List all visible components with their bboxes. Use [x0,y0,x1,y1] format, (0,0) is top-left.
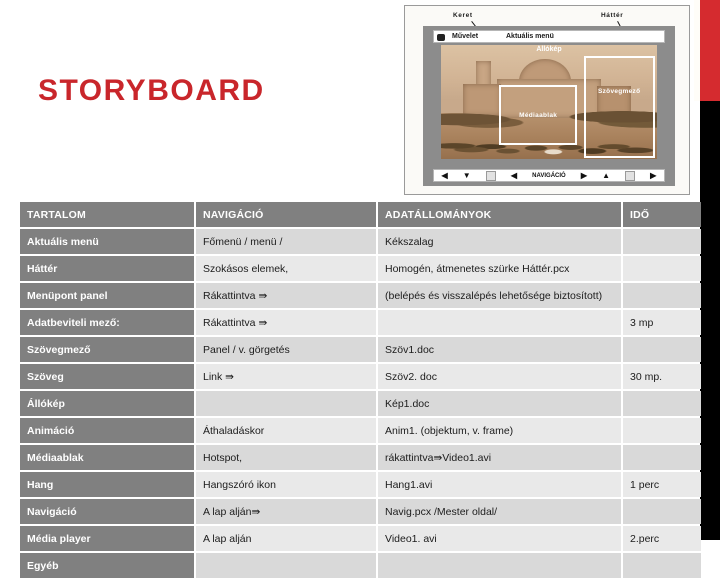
cell-navigacio: Hotspot, [196,445,376,470]
accent-bar-red [700,0,720,101]
cell-tartalom: Adatbeviteli mező: [20,310,194,335]
cell-tartalom: Aktuális menü [20,229,194,254]
table-row: Média player A lap alján Video1. avi 2.perc [20,526,701,551]
cell-adatallomanyok: Anim1. (objektum, v. frame) [378,418,621,443]
cell-ido: 1 perc [623,472,701,497]
mockup-still-image: Állókép Médiaablak Szövegmező [441,45,657,159]
cell-ido: 3 mp [623,310,701,335]
cell-navigacio: Panel / v. görgetés [196,337,376,362]
table-row: Adatbeviteli mező: Rákattintva ⇛ 3 mp [20,310,701,335]
cell-tartalom: Szövegmező [20,337,194,362]
cell-ido [623,445,701,470]
cell-tartalom: Szöveg [20,364,194,389]
cell-adatallomanyok: Szöv1.doc [378,337,621,362]
cell-adatallomanyok: Kép1.doc [378,391,621,416]
overlay-media-window-label: Médiaablak [519,112,558,120]
cell-navigacio [196,391,376,416]
menubar-action-label: Művelet [452,33,479,40]
speaker-icon [437,34,445,41]
cell-ido [623,256,701,281]
cell-tartalom: Háttér [20,256,194,281]
cell-navigacio: Link ⇛ [196,364,376,389]
storyboard-mockup-panel: Keret Háttér Művelet Aktuális menü Állók… [404,5,690,195]
cell-tartalom: Navigáció [20,499,194,524]
cell-ido [623,283,701,308]
cell-ido [623,499,701,524]
cell-ido: 2.perc [623,526,701,551]
cell-ido: 30 mp. [623,364,701,389]
overlay-text-field[interactable]: Szövegmező [583,56,655,158]
table-row: Animáció Áthaladáskor Anim1. (objektum, v.… [20,418,701,443]
cell-navigacio: Szokásos elemek, [196,256,376,281]
table-row: Médiaablak Hotspot, rákattintva⇛Video1.avi [20,445,701,470]
nav-up-icon[interactable]: ▲ [602,171,610,180]
cell-navigacio: A lap alján [196,526,376,551]
table-header-row: TARTALOM NAVIGÁCIÓ ADATÁLLOMÁNYOK IDŐ [20,202,701,227]
overlay-text-field-label: Szövegmező [597,87,641,95]
storyboard-table: TARTALOM NAVIGÁCIÓ ADATÁLLOMÁNYOK IDŐ Ak… [18,200,703,580]
column-header-adatallomanyok: ADATÁLLOMÁNYOK [378,202,621,227]
cell-adatallomanyok: Homogén, átmenetes szürke Háttér.pcx [378,256,621,281]
accent-bar-black [700,101,720,540]
nav-label: NAVIGÁCIÓ [532,172,566,179]
cell-navigacio [196,553,376,578]
column-header-ido: IDŐ [623,202,701,227]
cell-tartalom: Médiaablak [20,445,194,470]
mockup-navigation-bar[interactable]: ◀ ▼ ◀ NAVIGÁCIÓ ▶ ▲ ▶ [433,169,665,182]
cell-adatallomanyok: Szöv2. doc [378,364,621,389]
menubar-current-menu-label: Aktuális menü [506,33,554,40]
nav-down-icon[interactable]: ▼ [463,171,471,180]
cell-tartalom: Egyéb [20,553,194,578]
cell-adatallomanyok [378,310,621,335]
nav-box2-icon[interactable] [625,170,636,181]
cell-adatallomanyok: Navig.pcx /Mester oldal/ [378,499,621,524]
cell-ido [623,553,701,578]
cell-ido [623,337,701,362]
cell-ido [623,391,701,416]
table-row: Állókép Kép1.doc [20,391,701,416]
nav-back-icon[interactable]: ◀ [511,171,517,180]
cell-adatallomanyok: Video1. avi [378,526,621,551]
cell-tartalom: Média player [20,526,194,551]
page-title: STORYBOARD [38,74,265,107]
cell-adatallomanyok: Hang1.avi [378,472,621,497]
cell-tartalom: Hang [20,472,194,497]
nav-forward-icon[interactable]: ▶ [581,171,587,180]
annotation-frame-label: Keret [453,12,473,19]
column-header-tartalom: TARTALOM [20,202,194,227]
cell-navigacio: A lap alján⇛ [196,499,376,524]
cell-navigacio: Áthaladáskor [196,418,376,443]
nav-end-icon[interactable]: ▶ [650,171,656,180]
cell-tartalom: Animáció [20,418,194,443]
cell-tartalom: Állókép [20,391,194,416]
cell-adatallomanyok: (belépés és visszalépés lehetősége bizto… [378,283,621,308]
cell-navigacio: Hangszóró ikon [196,472,376,497]
table-row: Navigáció A lap alján⇛ Navig.pcx /Mester o… [20,499,701,524]
cell-navigacio: Rákattintva ⇛ [196,283,376,308]
mockup-canvas: Művelet Aktuális menü Állókép Médiaablak… [423,26,675,186]
cell-navigacio: Rákattintva ⇛ [196,310,376,335]
overlay-media-window[interactable]: Médiaablak [499,84,578,146]
table-row: Menüpont panel Rákattintva ⇛ (belépés és v… [20,283,701,308]
table-row: Háttér Szokásos elemek, Homogén, átmenetes… [20,256,701,281]
table-row: Hang Hangszóró ikon Hang1.avi 1 perc [20,472,701,497]
mockup-menubar[interactable]: Művelet Aktuális menü [433,30,665,43]
overlay-still-image-label: Állókép [536,46,562,53]
table-row: Egyéb [20,553,701,578]
cell-ido [623,418,701,443]
cell-ido [623,229,701,254]
table-row: Szövegmező Panel / v. görgetés Szöv1.doc [20,337,701,362]
annotation-background-label: Háttér [601,12,624,19]
table-row: Aktuális menü Főmenü / menü / Kékszalag [20,229,701,254]
column-header-navigacio: NAVIGÁCIÓ [196,202,376,227]
cell-tartalom: Menüpont panel [20,283,194,308]
cell-adatallomanyok [378,553,621,578]
nav-left-icon[interactable]: ◀ [442,171,448,180]
table-row: Szöveg Link ⇛ Szöv2. doc 30 mp. [20,364,701,389]
cell-adatallomanyok: Kékszalag [378,229,621,254]
nav-box-icon[interactable] [485,170,496,181]
cell-navigacio: Főmenü / menü / [196,229,376,254]
cell-adatallomanyok: rákattintva⇛Video1.avi [378,445,621,470]
